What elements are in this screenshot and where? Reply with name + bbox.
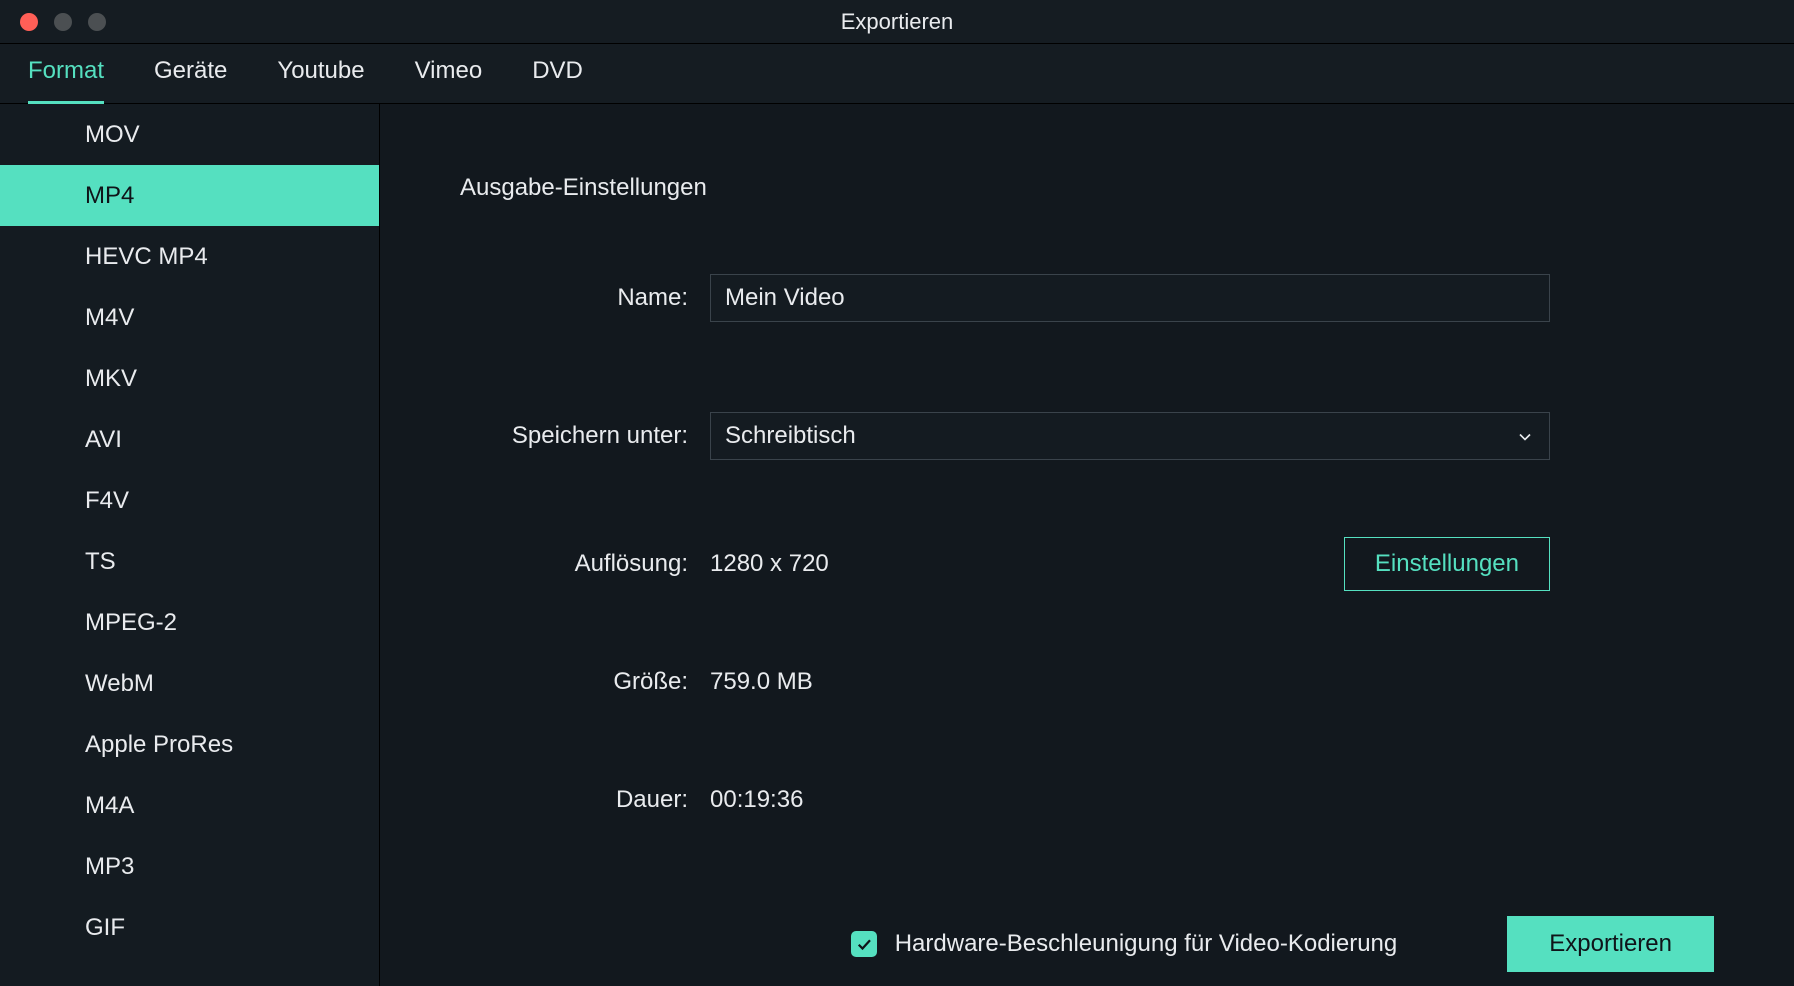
resolution-label: Auflösung: xyxy=(460,550,710,578)
settings-button[interactable]: Einstellungen xyxy=(1344,537,1550,591)
section-title: Ausgabe-Einstellungen xyxy=(460,174,1714,202)
resolution-value: 1280 x 720 xyxy=(710,550,829,578)
zoom-window-button[interactable] xyxy=(88,13,106,31)
format-mkv[interactable]: MKV xyxy=(0,348,379,409)
name-label: Name: xyxy=(460,284,710,312)
format-m4v[interactable]: M4V xyxy=(0,287,379,348)
export-button[interactable]: Exportieren xyxy=(1507,916,1714,972)
chevron-down-icon xyxy=(1515,426,1535,446)
titlebar: Exportieren xyxy=(0,0,1794,44)
size-label: Größe: xyxy=(460,668,710,696)
window-traffic-lights xyxy=(20,13,106,31)
format-m4a[interactable]: M4A xyxy=(0,775,379,836)
format-mov[interactable]: MOV xyxy=(0,104,379,165)
hardware-accel-label: Hardware-Beschleunigung für Video-Kodier… xyxy=(895,930,1398,958)
window-title: Exportieren xyxy=(0,9,1794,35)
save-location-label: Speichern unter: xyxy=(460,422,710,450)
tab-vimeo[interactable]: Vimeo xyxy=(415,43,483,104)
format-avi[interactable]: AVI xyxy=(0,409,379,470)
format-gif[interactable]: GIF xyxy=(0,897,379,958)
format-f4v[interactable]: F4V xyxy=(0,470,379,531)
format-hevc-mp4[interactable]: HEVC MP4 xyxy=(0,226,379,287)
tab-dvd[interactable]: DVD xyxy=(532,43,583,104)
duration-value: 00:19:36 xyxy=(710,786,803,814)
duration-label: Dauer: xyxy=(460,786,710,814)
name-input[interactable] xyxy=(710,274,1550,322)
format-ts[interactable]: TS xyxy=(0,531,379,592)
close-window-button[interactable] xyxy=(20,13,38,31)
top-tabs: Format Geräte Youtube Vimeo DVD xyxy=(0,44,1794,104)
format-mp3[interactable]: MP3 xyxy=(0,836,379,897)
hardware-accel-checkbox[interactable] xyxy=(851,931,877,957)
footer-bar: Hardware-Beschleunigung für Video-Kodier… xyxy=(460,916,1714,972)
tab-format[interactable]: Format xyxy=(28,43,104,104)
save-location-select[interactable]: Schreibtisch xyxy=(710,412,1550,460)
minimize-window-button[interactable] xyxy=(54,13,72,31)
format-prores[interactable]: Apple ProRes xyxy=(0,714,379,775)
hardware-accel-option: Hardware-Beschleunigung für Video-Kodier… xyxy=(851,930,1398,958)
size-value: 759.0 MB xyxy=(710,668,813,696)
format-webm[interactable]: WebM xyxy=(0,653,379,714)
format-sidebar: MOV MP4 HEVC MP4 M4V MKV AVI F4V TS MPEG… xyxy=(0,104,380,986)
save-location-value: Schreibtisch xyxy=(725,422,856,450)
tab-devices[interactable]: Geräte xyxy=(154,43,227,104)
tab-youtube[interactable]: Youtube xyxy=(277,43,364,104)
output-settings-panel: Ausgabe-Einstellungen Name: Speichern un… xyxy=(380,104,1794,986)
format-mpeg2[interactable]: MPEG-2 xyxy=(0,592,379,653)
format-mp4[interactable]: MP4 xyxy=(0,165,379,226)
